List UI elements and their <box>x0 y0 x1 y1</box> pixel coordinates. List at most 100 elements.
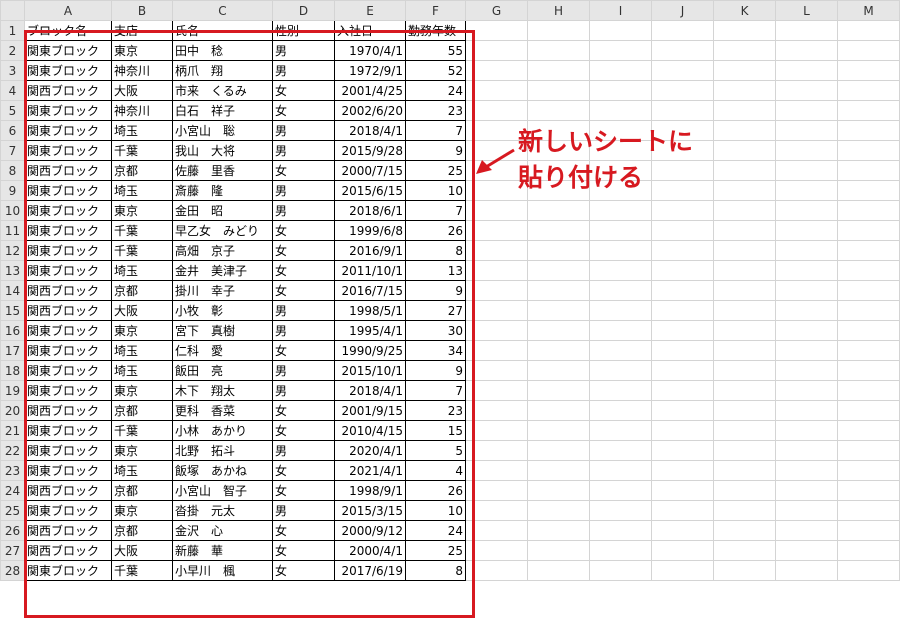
cell-e[interactable]: 1990/9/25 <box>334 340 406 361</box>
empty-cell[interactable] <box>589 220 652 241</box>
empty-cell[interactable] <box>775 80 838 101</box>
empty-cell[interactable] <box>651 240 714 261</box>
row-header[interactable]: 21 <box>0 420 25 441</box>
cell-a[interactable]: 関東ブロック <box>24 360 112 381</box>
empty-cell[interactable] <box>589 420 652 441</box>
empty-cell[interactable] <box>589 300 652 321</box>
row-header[interactable]: 16 <box>0 320 25 341</box>
cell-d[interactable]: 女 <box>272 480 335 501</box>
empty-cell[interactable] <box>775 440 838 461</box>
empty-cell[interactable] <box>465 40 528 61</box>
cell-c[interactable]: 小早川 楓 <box>172 560 273 581</box>
cell-a[interactable]: 関東ブロック <box>24 500 112 521</box>
cell-d[interactable]: 女 <box>272 540 335 561</box>
empty-cell[interactable] <box>465 380 528 401</box>
cell-f[interactable]: 勤務年数 <box>405 20 466 41</box>
cell-d[interactable]: 女 <box>272 460 335 481</box>
empty-cell[interactable] <box>713 220 776 241</box>
empty-cell[interactable] <box>775 400 838 421</box>
empty-cell[interactable] <box>837 80 900 101</box>
empty-cell[interactable] <box>527 560 590 581</box>
empty-cell[interactable] <box>651 380 714 401</box>
empty-cell[interactable] <box>713 440 776 461</box>
empty-cell[interactable] <box>713 560 776 581</box>
empty-cell[interactable] <box>527 260 590 281</box>
empty-cell[interactable] <box>589 400 652 421</box>
cell-e[interactable]: 1999/6/8 <box>334 220 406 241</box>
row-header[interactable]: 10 <box>0 200 25 221</box>
cell-d[interactable]: 女 <box>272 80 335 101</box>
cell-e[interactable]: 2018/6/1 <box>334 200 406 221</box>
cell-c[interactable]: 小林 あかり <box>172 420 273 441</box>
row-header[interactable]: 24 <box>0 480 25 501</box>
empty-cell[interactable] <box>527 80 590 101</box>
cell-a[interactable]: 関東ブロック <box>24 120 112 141</box>
cell-f[interactable]: 7 <box>405 200 466 221</box>
cell-c[interactable]: 金沢 心 <box>172 520 273 541</box>
empty-cell[interactable] <box>651 420 714 441</box>
cell-e[interactable]: 2020/4/1 <box>334 440 406 461</box>
empty-cell[interactable] <box>651 260 714 281</box>
row-header[interactable]: 26 <box>0 520 25 541</box>
cell-b[interactable]: 千葉 <box>111 220 173 241</box>
empty-cell[interactable] <box>465 440 528 461</box>
cell-c[interactable]: 北野 拓斗 <box>172 440 273 461</box>
empty-cell[interactable] <box>775 40 838 61</box>
empty-cell[interactable] <box>837 220 900 241</box>
cell-a[interactable]: 関西ブロック <box>24 280 112 301</box>
cell-e[interactable]: 2018/4/1 <box>334 380 406 401</box>
empty-cell[interactable] <box>837 360 900 381</box>
row-header[interactable]: 8 <box>0 160 25 181</box>
cell-f[interactable]: 26 <box>405 480 466 501</box>
empty-cell[interactable] <box>837 520 900 541</box>
empty-cell[interactable] <box>589 240 652 261</box>
cell-a[interactable]: 関西ブロック <box>24 300 112 321</box>
empty-cell[interactable] <box>775 280 838 301</box>
cell-a[interactable]: 関東ブロック <box>24 100 112 121</box>
empty-cell[interactable] <box>713 260 776 281</box>
cell-b[interactable]: 東京 <box>111 40 173 61</box>
cell-d[interactable]: 女 <box>272 240 335 261</box>
empty-cell[interactable] <box>837 440 900 461</box>
row-header[interactable]: 11 <box>0 220 25 241</box>
empty-cell[interactable] <box>713 540 776 561</box>
empty-cell[interactable] <box>775 480 838 501</box>
cell-f[interactable]: 9 <box>405 140 466 161</box>
empty-cell[interactable] <box>837 200 900 221</box>
row-header[interactable]: 1 <box>0 20 25 41</box>
empty-cell[interactable] <box>775 120 838 141</box>
cell-c[interactable]: 早乙女 みどり <box>172 220 273 241</box>
empty-cell[interactable] <box>837 40 900 61</box>
empty-cell[interactable] <box>837 180 900 201</box>
empty-cell[interactable] <box>465 300 528 321</box>
empty-cell[interactable] <box>713 300 776 321</box>
cell-c[interactable]: 田中 稔 <box>172 40 273 61</box>
cell-e[interactable]: 2001/4/25 <box>334 80 406 101</box>
cell-f[interactable]: 4 <box>405 460 466 481</box>
cell-a[interactable]: 関東ブロック <box>24 140 112 161</box>
empty-cell[interactable] <box>713 200 776 221</box>
cell-d[interactable]: 女 <box>272 400 335 421</box>
column-header-b[interactable]: B <box>111 0 173 21</box>
empty-cell[interactable] <box>651 500 714 521</box>
cell-d[interactable]: 男 <box>272 40 335 61</box>
empty-cell[interactable] <box>527 440 590 461</box>
cell-b[interactable]: 千葉 <box>111 560 173 581</box>
cell-f[interactable]: 15 <box>405 420 466 441</box>
empty-cell[interactable] <box>837 420 900 441</box>
column-header-a[interactable]: A <box>24 0 112 21</box>
empty-cell[interactable] <box>713 40 776 61</box>
empty-cell[interactable] <box>589 520 652 541</box>
cell-d[interactable]: 女 <box>272 420 335 441</box>
empty-cell[interactable] <box>651 200 714 221</box>
row-header[interactable]: 13 <box>0 260 25 281</box>
cell-f[interactable]: 8 <box>405 240 466 261</box>
cell-f[interactable]: 23 <box>405 100 466 121</box>
empty-cell[interactable] <box>775 540 838 561</box>
empty-cell[interactable] <box>527 520 590 541</box>
empty-cell[interactable] <box>713 420 776 441</box>
empty-cell[interactable] <box>713 160 776 181</box>
cell-b[interactable]: 京都 <box>111 280 173 301</box>
empty-cell[interactable] <box>465 320 528 341</box>
row-header[interactable]: 17 <box>0 340 25 361</box>
